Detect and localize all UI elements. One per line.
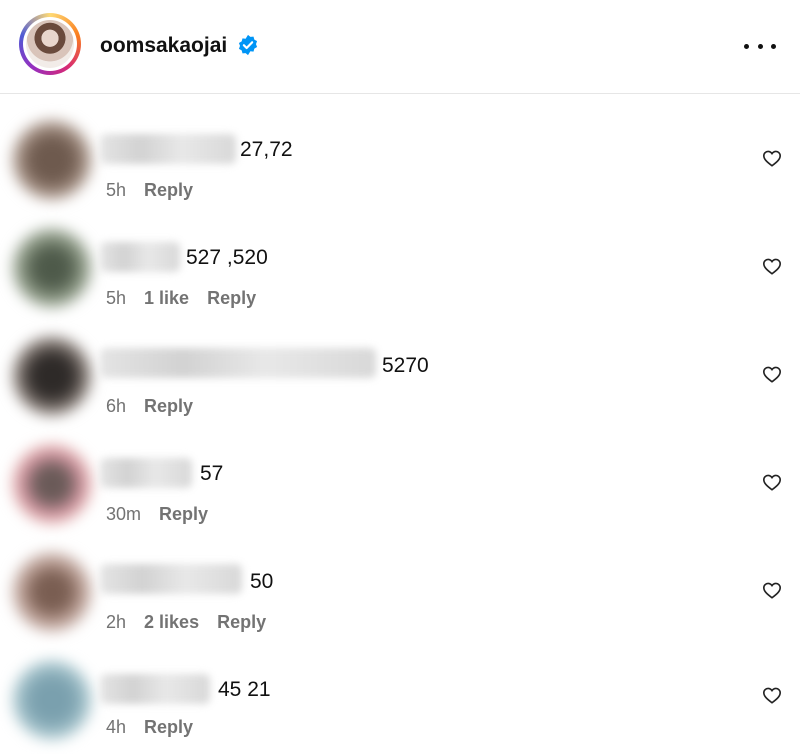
post-header: oomsakaojai — [0, 0, 800, 94]
commenter-name-blurred[interactable] — [100, 564, 242, 594]
reply-button[interactable]: Reply — [159, 504, 208, 525]
comment-time: 6h — [106, 396, 127, 416]
reply-button[interactable]: Reply — [144, 717, 193, 738]
comment-meta: 5h Reply — [106, 180, 193, 201]
comment-time: 30m — [106, 504, 142, 524]
reply-button[interactable]: Reply — [217, 612, 266, 633]
comment-text: 527 ,520 — [186, 246, 268, 269]
comment-meta: 30m Reply — [106, 504, 208, 525]
comment-time: 4h — [106, 717, 127, 737]
verified-badge-icon — [238, 34, 258, 56]
avatar-photo — [26, 20, 74, 68]
commenter-avatar[interactable] — [12, 120, 92, 200]
like-heart-icon[interactable] — [762, 365, 782, 383]
like-heart-icon[interactable] — [762, 686, 782, 704]
commenter-avatar[interactable] — [12, 660, 92, 740]
comment-text: 27,72 — [240, 138, 293, 161]
comment-text: 57 — [200, 462, 224, 485]
comment-time: 5h — [106, 288, 127, 308]
commenter-avatar[interactable] — [12, 552, 92, 632]
more-options-icon[interactable] — [744, 38, 776, 54]
comment-time: 5h — [106, 180, 127, 200]
comment-meta: 4h Reply — [106, 717, 193, 738]
commenter-name-blurred[interactable] — [100, 674, 210, 704]
reply-button[interactable]: Reply — [207, 288, 256, 309]
comment-text: 50 — [250, 570, 274, 593]
comment-meta: 2h 2 likes Reply — [106, 612, 266, 633]
comment-item: 27,72 5h Reply — [0, 114, 800, 214]
commenter-name-blurred[interactable] — [100, 458, 192, 488]
comment-likes[interactable]: 2 likes — [144, 612, 199, 633]
like-heart-icon[interactable] — [762, 149, 782, 167]
commenter-name-blurred[interactable] — [100, 348, 376, 378]
comment-text: 45 21 — [218, 678, 271, 701]
comment-item: 50 2h 2 likes Reply — [0, 546, 800, 646]
comment-item: 527 ,520 5h 1 like Reply — [0, 222, 800, 322]
commenter-name-blurred[interactable] — [100, 134, 236, 164]
reply-button[interactable]: Reply — [144, 396, 193, 417]
reply-button[interactable]: Reply — [144, 180, 193, 201]
commenter-avatar[interactable] — [12, 444, 92, 524]
commenter-avatar[interactable] — [12, 228, 92, 308]
comment-time: 2h — [106, 612, 127, 632]
commenter-avatar[interactable] — [12, 336, 92, 416]
comment-item: 45 21 4h Reply — [0, 654, 800, 754]
comment-text: 5270 — [382, 354, 429, 377]
comment-item: 57 30m Reply — [0, 438, 800, 538]
commenter-name-blurred[interactable] — [100, 242, 180, 272]
comment-item: 5270 6h Reply — [0, 330, 800, 430]
profile-avatar[interactable] — [19, 13, 81, 75]
like-heart-icon[interactable] — [762, 257, 782, 275]
comment-meta: 5h 1 like Reply — [106, 288, 256, 309]
like-heart-icon[interactable] — [762, 581, 782, 599]
like-heart-icon[interactable] — [762, 473, 782, 491]
comment-likes[interactable]: 1 like — [144, 288, 189, 309]
comment-meta: 6h Reply — [106, 396, 193, 417]
profile-username[interactable]: oomsakaojai — [100, 34, 227, 58]
